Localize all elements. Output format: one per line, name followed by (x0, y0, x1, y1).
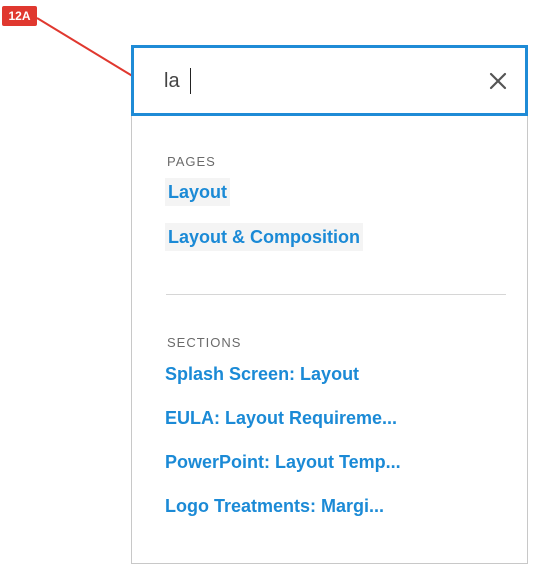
result-label: PowerPoint: Layout Temp... (165, 452, 401, 472)
sections-heading: SECTIONS (167, 335, 242, 350)
result-section-powerpoint[interactable]: PowerPoint: Layout Temp... (165, 452, 401, 473)
text-caret (190, 68, 191, 94)
result-label: EULA: Layout Requireme... (165, 408, 398, 428)
annotation-badge: 12A (2, 6, 37, 26)
results-divider (166, 294, 506, 295)
result-label: Splash Screen: Layout (165, 364, 360, 384)
pages-heading: PAGES (167, 154, 216, 169)
result-section-splash-screen[interactable]: Splash Screen: Layout (165, 364, 359, 385)
search-dropdown-panel: PAGES Layout Layout & Composition SECTIO… (131, 45, 528, 564)
result-section-logo-treatments[interactable]: Logo Treatments: Margi... (165, 496, 384, 517)
result-page-layout-composition[interactable]: Layout & Composition (165, 223, 363, 251)
search-box[interactable] (131, 45, 528, 116)
result-page-layout[interactable]: Layout (165, 178, 231, 206)
result-label: Layout (165, 178, 231, 206)
close-icon[interactable] (485, 68, 511, 94)
result-section-eula[interactable]: EULA: Layout Requireme... (165, 408, 397, 429)
search-input[interactable] (164, 66, 464, 96)
result-label: Layout & Composition (165, 223, 363, 251)
result-label: Logo Treatments: Margi... (165, 496, 385, 516)
